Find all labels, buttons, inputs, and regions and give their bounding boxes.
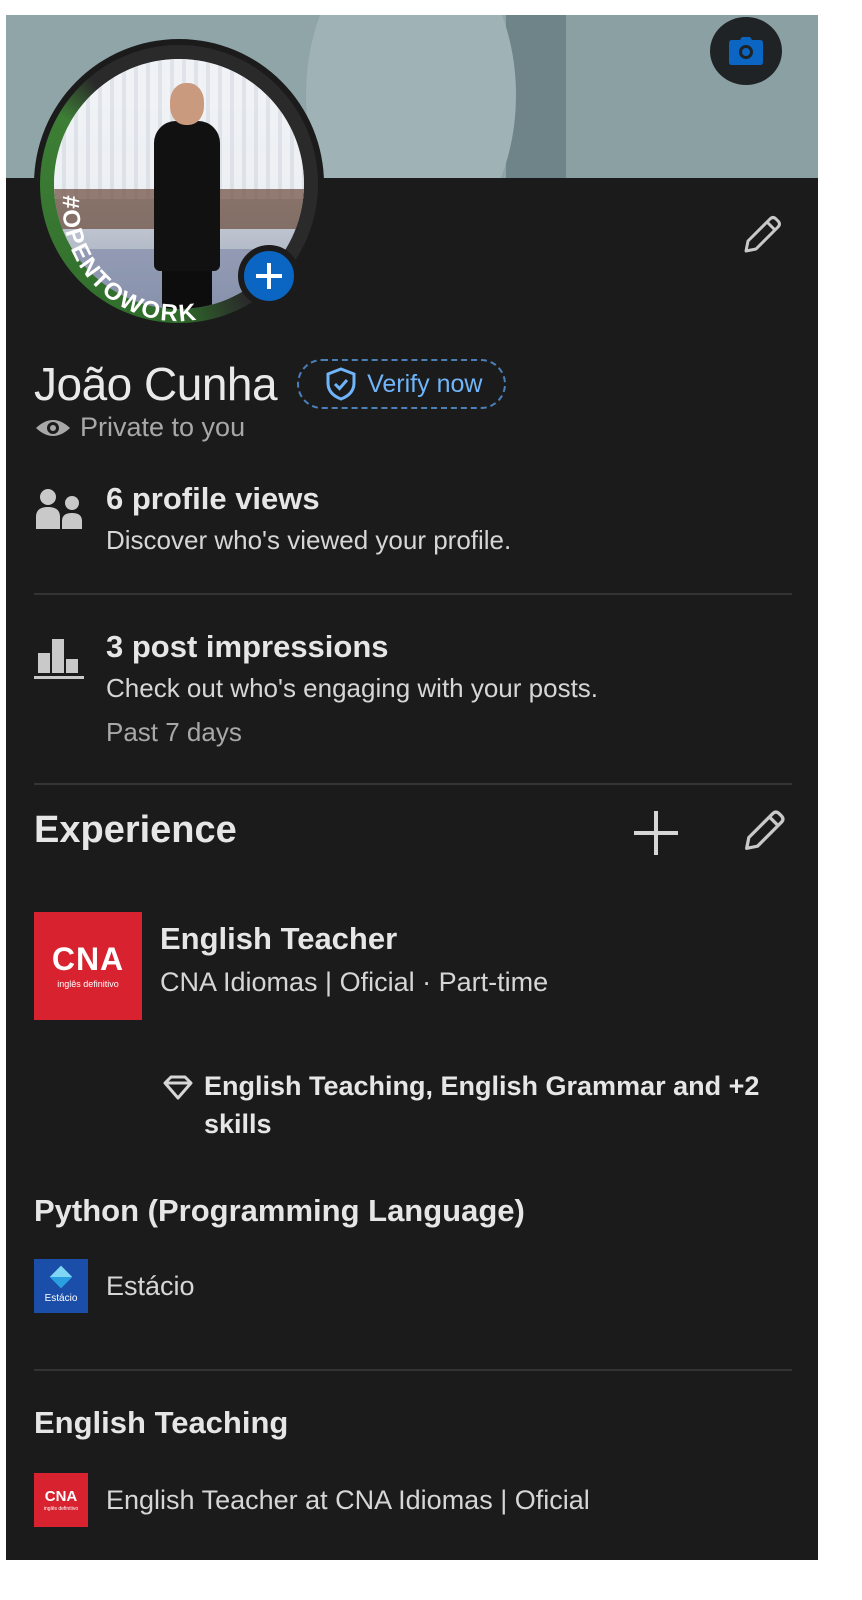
post-impressions-period: Past 7 days	[106, 717, 242, 747]
skill-source[interactable]: Estácio Estácio	[34, 1259, 195, 1313]
edit-intro-button[interactable]	[738, 211, 786, 259]
estacio-logo-mark	[49, 1265, 73, 1288]
banner-shape	[306, 15, 516, 178]
cna-logo-text: CNA	[44, 1487, 78, 1505]
cna-logo-small: CNA inglês definitivo	[34, 1473, 88, 1527]
pencil-icon	[745, 810, 785, 850]
diamond-icon	[163, 1075, 193, 1100]
edit-banner-button[interactable]	[710, 17, 782, 85]
estacio-logo: Estácio	[34, 1259, 88, 1313]
skill-source-label: English Teacher at CNA Idiomas | Oficial	[106, 1484, 590, 1515]
skill-source-label: Estácio	[106, 1270, 195, 1301]
profile-views-description: Discover who's viewed your profile.	[106, 525, 512, 555]
experience-section-title: Experience	[34, 809, 237, 851]
add-experience-button[interactable]	[628, 805, 684, 861]
skill-name[interactable]: Python (Programming Language)	[34, 1193, 525, 1229]
photo-person-body	[154, 121, 220, 271]
people-icon	[36, 489, 82, 529]
shield-check-icon	[326, 367, 356, 401]
privacy-label: Private to you	[80, 412, 246, 442]
job-company: CNA Idiomas | Oficial · Part-time	[160, 967, 549, 997]
estacio-logo-text: Estácio	[44, 1292, 78, 1304]
post-impressions-item[interactable]: 3 post impressions Check out who's engag…	[34, 629, 794, 759]
camera-icon	[729, 37, 763, 65]
job-title[interactable]: English Teacher	[160, 921, 397, 957]
pencil-icon	[744, 216, 781, 253]
cna-logo-subtext: inglês definitivo	[43, 1505, 79, 1512]
divider	[34, 1369, 792, 1371]
verify-now-button[interactable]: Verify now	[297, 359, 507, 409]
plus-icon	[634, 811, 678, 855]
cna-logo-text: CNA	[51, 941, 125, 977]
photo-person-head	[170, 83, 204, 125]
verify-now-label: Verify now	[367, 369, 483, 398]
cna-company-logo[interactable]: CNA inglês definitivo	[34, 912, 142, 1020]
post-impressions-title: 3 post impressions	[106, 629, 389, 664]
post-impressions-description: Check out who's engaging with your posts…	[106, 673, 599, 703]
experience-skills-text: English Teaching, English Grammar and +2…	[204, 1071, 760, 1139]
profile-views-item[interactable]: 6 profile views Discover who's viewed yo…	[34, 481, 794, 581]
profile-screen: #OPENTOWORK João Cunha Verify now Privat…	[6, 15, 818, 1560]
skill-source[interactable]: CNA inglês definitivo English Teacher at…	[34, 1473, 590, 1527]
divider	[34, 593, 792, 595]
edit-experience-button[interactable]	[738, 805, 790, 857]
divider	[34, 783, 792, 785]
experience-skills[interactable]: English Teaching, English Grammar and +2…	[162, 1067, 782, 1143]
eye-icon	[36, 419, 70, 436]
profile-views-title: 6 profile views	[106, 481, 320, 516]
skill-name[interactable]: English Teaching	[34, 1405, 288, 1441]
cna-logo-subtext: inglês definitivo	[57, 979, 119, 989]
plus-icon	[256, 263, 282, 289]
bar-chart-icon	[34, 639, 84, 679]
add-photo-button[interactable]	[238, 245, 300, 307]
name-row: João Cunha Verify now	[34, 357, 507, 411]
privacy-indicator: Private to you	[34, 412, 245, 443]
profile-name: João Cunha	[34, 358, 278, 410]
